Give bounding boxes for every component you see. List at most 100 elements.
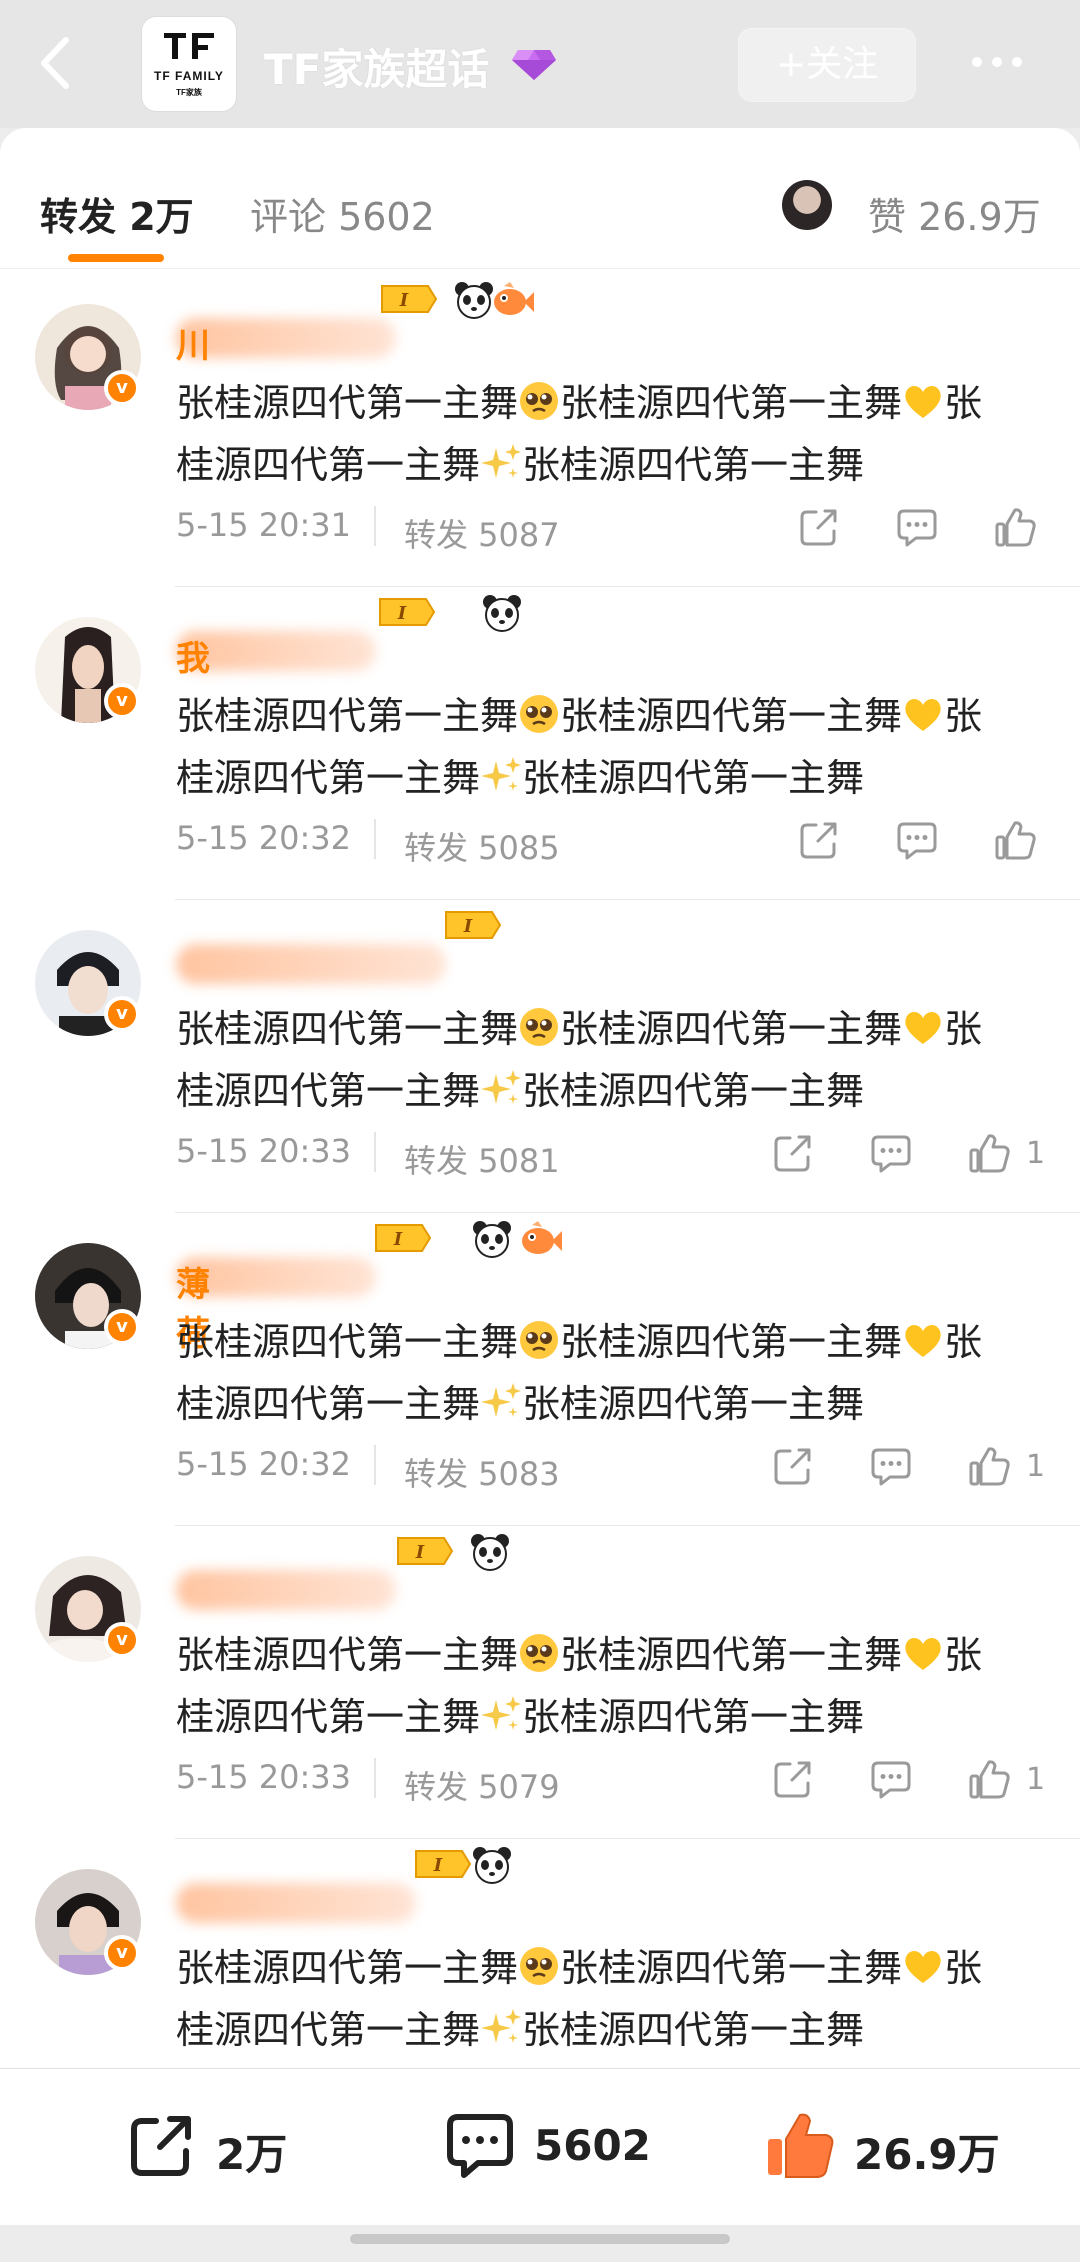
text-segment: 张桂源四代第一主舞 <box>176 1633 519 1677</box>
row-like-button[interactable] <box>994 819 1036 861</box>
row-share-button[interactable] <box>772 1445 814 1487</box>
username-visible-chars: 我 <box>176 639 210 679</box>
comment-icon <box>870 1761 912 1804</box>
share-icon <box>798 509 840 552</box>
meta-divider <box>374 1132 376 1172</box>
repost-row[interactable]: v I 张桂源四代第一主舞 张桂源四代第一主舞张桂源四代第一主舞 张桂源四代第一主舞 <box>0 1839 1080 2068</box>
repost-text: 张桂源四代第一主舞 张桂源四代第一主舞张桂源四代第一主舞 张桂源四代第一主舞 <box>176 1311 1046 1435</box>
row-share-button[interactable] <box>798 819 840 861</box>
bottom-comment-count: 5602 <box>534 2121 651 2170</box>
bottom-repost-button[interactable]: 2万 <box>126 2109 326 2185</box>
more-button[interactable] <box>972 52 1036 72</box>
row-comment-button[interactable] <box>870 1132 912 1174</box>
topic-title[interactable]: TF家族超话 <box>264 36 489 97</box>
text-segment: 张 <box>944 1633 983 1677</box>
repost-row[interactable]: v 我 I 张桂源四代第一主舞 张桂源四代第一主舞张桂源四代第一主舞 张桂源四代第一… <box>0 587 1080 900</box>
chevron-left-icon <box>41 37 69 89</box>
tab-repost[interactable]: 转发 2万 <box>40 186 194 241</box>
topic-logo[interactable]: TF FAMILY TF家族 <box>142 17 236 111</box>
panda-badge-icon <box>472 1219 512 1259</box>
row-share-button[interactable] <box>798 506 840 548</box>
pleading-face-emoji-icon <box>518 378 560 420</box>
row-like-count: 1 <box>1026 1136 1046 1171</box>
yellow-heart-emoji-icon <box>902 1004 944 1046</box>
more-dots-icon <box>972 52 1032 71</box>
row-repost-count[interactable]: 转发 5079 <box>404 1762 560 1808</box>
bottom-comment-button[interactable]: 5602 <box>444 2109 664 2185</box>
tab-like[interactable]: 赞 26.9万 <box>868 186 1041 241</box>
yellow-heart-emoji-icon <box>902 378 944 420</box>
panda-badge-icon <box>482 593 522 633</box>
verified-badge-icon: v <box>104 683 140 719</box>
svg-text:I: I <box>397 603 407 624</box>
bottom-action-bar: 2万 5602 26.9万 <box>0 2068 1080 2225</box>
text-segment: 张桂源四代第一主舞 <box>176 1007 519 1051</box>
row-repost-count[interactable]: 转发 5085 <box>404 823 560 869</box>
row-repost-count[interactable]: 转发 5087 <box>404 510 560 556</box>
verified-badge-icon: v <box>104 1309 140 1345</box>
sparkles-emoji-icon <box>480 440 522 482</box>
share-icon <box>772 1448 814 1491</box>
row-like-button[interactable] <box>994 506 1036 548</box>
share-icon <box>772 1761 814 1804</box>
tab-comment[interactable]: 评论 5602 <box>250 186 435 241</box>
logo-text: TF FAMILY <box>154 69 224 83</box>
row-repost-count[interactable]: 转发 5083 <box>404 1449 560 1495</box>
back-button[interactable] <box>30 28 82 98</box>
row-comment-button[interactable] <box>870 1445 912 1487</box>
text-segment: 桂源四代第一主舞 <box>176 1382 481 1426</box>
repost-row[interactable]: v I 张桂源四代第一主舞 张桂源四代第一主舞张桂源四代第一主舞 张桂源四代第一主舞… <box>0 1526 1080 1839</box>
repost-row[interactable]: v I 张桂源四代第一主舞 张桂源四代第一主舞张桂源四代第一主舞 张桂源四代第一主舞… <box>0 900 1080 1213</box>
row-like-button[interactable] <box>968 1132 1010 1174</box>
row-share-button[interactable] <box>772 1758 814 1800</box>
bottom-like-button[interactable]: 26.9万 <box>764 2109 1004 2185</box>
row-like-button[interactable] <box>968 1445 1010 1487</box>
repost-list-card: 转发 2万 评论 5602 赞 26.9万 v 川 I 张桂源四代第一主舞 张桂源… <box>0 128 1080 2068</box>
row-timestamp: 5-15 20:32 <box>176 819 352 857</box>
comment-icon <box>896 822 938 865</box>
text-segment: 张桂源四代第一主舞 <box>522 1695 865 1739</box>
yellow-heart-emoji-icon <box>902 1630 944 1672</box>
verified-badge-icon: v <box>104 996 140 1032</box>
level-badge-icon: I <box>380 284 438 314</box>
thumbs-up-icon <box>968 1760 1010 1804</box>
diamond-badge-icon <box>512 50 556 80</box>
repost-row[interactable]: v 川 I 张桂源四代第一主舞 张桂源四代第一主舞张桂源四代第一主舞 张桂源四代第一… <box>0 274 1080 587</box>
repost-icon <box>131 2116 191 2176</box>
text-segment: 张桂源四代第一主舞 <box>176 1946 519 1990</box>
text-segment: 张 <box>944 694 983 738</box>
row-comment-button[interactable] <box>870 1758 912 1800</box>
text-segment: 桂源四代第一主舞 <box>176 2008 481 2052</box>
text-segment: 张桂源四代第一主舞 <box>522 1069 865 1113</box>
comment-icon <box>870 1448 912 1491</box>
panda-badge-icon <box>454 280 494 320</box>
repost-text: 张桂源四代第一主舞 张桂源四代第一主舞张桂源四代第一主舞 张桂源四代第一主舞 <box>176 372 1046 496</box>
active-tab-indicator <box>68 254 164 262</box>
sparkles-emoji-icon <box>480 753 522 795</box>
thumbs-up-icon <box>968 1447 1010 1491</box>
row-like-count: 1 <box>1026 1449 1046 1484</box>
liker-avatar[interactable] <box>782 180 832 230</box>
text-segment: 张桂源四代第一主舞 <box>560 1320 903 1364</box>
row-repost-count[interactable]: 转发 5081 <box>404 1136 560 1182</box>
verified-badge-icon: v <box>104 370 140 406</box>
follow-button[interactable]: +关注 <box>738 28 916 102</box>
text-segment: 张桂源四代第一主舞 <box>522 756 865 800</box>
text-segment: 桂源四代第一主舞 <box>176 1069 481 1113</box>
row-timestamp: 5-15 20:33 <box>176 1132 352 1170</box>
comment-icon <box>896 509 938 552</box>
panda-badge-icon <box>470 1532 510 1572</box>
meta-divider <box>374 1445 376 1485</box>
row-share-button[interactable] <box>772 1132 814 1174</box>
text-segment: 张 <box>944 1946 983 1990</box>
svg-text:I: I <box>415 1542 425 1563</box>
text-segment: 张桂源四代第一主舞 <box>560 1946 903 1990</box>
row-like-button[interactable] <box>968 1758 1010 1800</box>
row-comment-button[interactable] <box>896 506 938 548</box>
repost-row[interactable]: v 薄荷 I 张桂源四代第一主舞 张桂源四代第一主舞张桂源四代第一主舞 张桂源四代第… <box>0 1213 1080 1526</box>
text-segment: 张 <box>944 381 983 425</box>
text-segment: 桂源四代第一主舞 <box>176 1695 481 1739</box>
text-segment: 张桂源四代第一主舞 <box>560 1007 903 1051</box>
row-comment-button[interactable] <box>896 819 938 861</box>
text-segment: 张桂源四代第一主舞 <box>176 694 519 738</box>
